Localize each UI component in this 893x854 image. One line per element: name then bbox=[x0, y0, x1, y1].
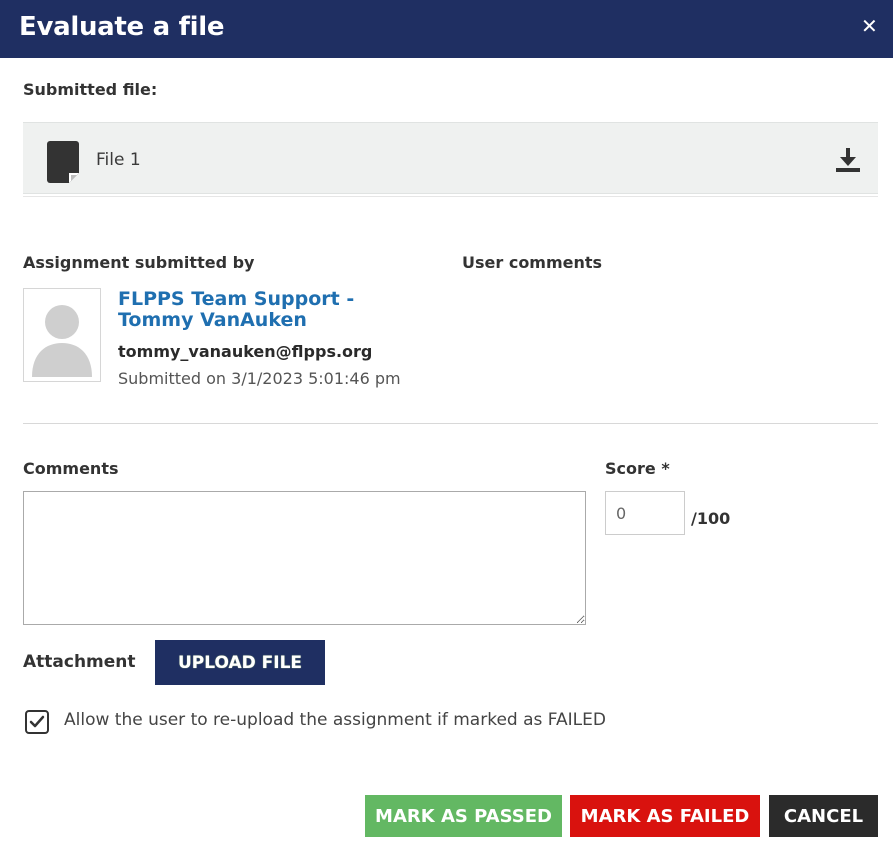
avatar-placeholder-icon bbox=[32, 305, 92, 377]
user-comments-label: User comments bbox=[462, 253, 603, 272]
dialog-header: Evaluate a file ✕ bbox=[0, 0, 893, 58]
evaluate-file-dialog: Evaluate a file ✕ Submitted file: File 1… bbox=[0, 0, 893, 854]
reupload-checkbox[interactable] bbox=[25, 710, 49, 734]
score-max: /100 bbox=[691, 509, 731, 528]
comments-label: Comments bbox=[23, 459, 119, 478]
avatar bbox=[23, 288, 101, 382]
score-label: Score * bbox=[605, 459, 670, 478]
submitted-file-row[interactable]: File 1 bbox=[23, 122, 878, 194]
submitted-file-label: Submitted file: bbox=[23, 80, 158, 99]
cancel-button[interactable]: CANCEL bbox=[769, 795, 878, 837]
comments-textarea[interactable] bbox=[23, 491, 586, 625]
file-row-divider bbox=[23, 196, 878, 197]
score-input[interactable] bbox=[605, 491, 685, 535]
section-divider bbox=[23, 423, 878, 424]
attachment-label: Attachment bbox=[23, 652, 136, 672]
submitted-timestamp: Submitted on 3/1/2023 5:01:46 pm bbox=[118, 369, 401, 388]
mark-as-failed-button[interactable]: MARK AS FAILED bbox=[570, 795, 760, 837]
reupload-checkbox-label[interactable]: Allow the user to re-upload the assignme… bbox=[64, 710, 606, 730]
download-icon[interactable] bbox=[835, 147, 861, 173]
mark-as-passed-button[interactable]: MARK AS PASSED bbox=[365, 795, 562, 837]
checkmark-icon bbox=[29, 715, 45, 728]
upload-file-button[interactable]: UPLOAD FILE bbox=[155, 640, 325, 685]
dialog-title: Evaluate a file bbox=[19, 12, 225, 42]
submitter-name-link[interactable]: FLPPS Team Support - Tommy VanAuken bbox=[118, 289, 418, 331]
close-icon[interactable]: ✕ bbox=[861, 15, 878, 37]
file-icon bbox=[47, 141, 79, 183]
submitter-email: tommy_vanauken@flpps.org bbox=[118, 342, 373, 361]
file-name[interactable]: File 1 bbox=[96, 150, 141, 170]
submitted-by-label: Assignment submitted by bbox=[23, 253, 255, 272]
